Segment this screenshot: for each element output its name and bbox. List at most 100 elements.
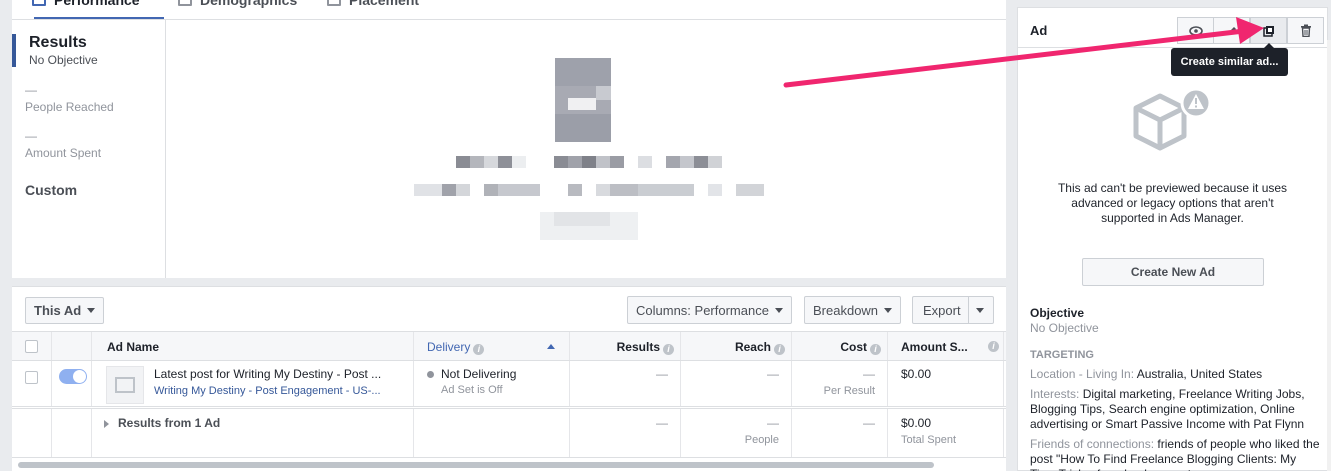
row-amount-cell: $0.00 <box>888 361 1004 406</box>
tab-demographics[interactable]: Demographics <box>178 0 297 8</box>
metric-title: Custom <box>25 182 78 198</box>
summary-reach-cell: — People <box>681 409 792 457</box>
table-row[interactable]: Latest post for Writing My Destiny - Pos… <box>12 361 1006 407</box>
ad-thumbnail <box>106 366 144 404</box>
create-similar-ad-button[interactable] <box>1250 17 1287 44</box>
people-icon <box>178 0 192 6</box>
report-tabs: Performance Demographics Placement <box>12 0 1006 20</box>
metric-label: Amount Spent <box>25 146 102 160</box>
summary-amount-cell: $0.00 Total Spent <box>888 409 1004 457</box>
select-all-checkbox[interactable] <box>25 340 38 353</box>
header-delivery[interactable]: Delivery i <box>414 332 570 360</box>
export-label[interactable]: Export <box>913 297 969 323</box>
chevron-down-icon <box>884 307 893 313</box>
create-new-ad-button[interactable]: Create New Ad <box>1082 258 1264 286</box>
amount-value: $0.00 <box>901 367 932 381</box>
metric-value: — <box>25 83 37 97</box>
header-cost[interactable]: Cost i <box>792 332 888 360</box>
row-delivery-cell: Not Delivering Ad Set is Off <box>414 361 570 406</box>
row-ad-name-cell: Latest post for Writing My Destiny - Pos… <box>92 361 414 406</box>
metric-amount-spent[interactable]: — Amount Spent <box>25 130 101 160</box>
box-warning-icon <box>1133 88 1212 151</box>
cost-value: — <box>863 367 875 381</box>
sort-ascending-icon <box>547 344 555 349</box>
targeting-heading: TARGETING <box>1030 349 1094 361</box>
header-amount-spent[interactable]: Amount S... i <box>888 332 1004 360</box>
summary-label: Results from 1 Ad <box>118 416 221 430</box>
metric-custom[interactable]: Custom <box>25 182 77 198</box>
info-icon[interactable]: i <box>473 344 485 355</box>
panel-title: Ad <box>1030 23 1048 38</box>
row-cost-cell: — Per Result <box>792 361 888 406</box>
breakdown-dropdown[interactable]: Breakdown <box>804 296 902 324</box>
info-icon[interactable]: i <box>663 344 674 355</box>
chevron-down-icon <box>774 307 783 313</box>
amount-value: $0.00 <box>901 416 932 430</box>
metric-nav: Results No Objective — People Reached — … <box>12 20 166 278</box>
tab-placement[interactable]: Placement <box>327 0 419 8</box>
objective-value: No Objective <box>1030 321 1099 335</box>
ad-name-link[interactable]: Latest post for Writing My Destiny - Pos… <box>154 367 381 381</box>
tab-label: Performance <box>54 0 140 8</box>
ad-panel-header: Ad <box>1018 8 1327 48</box>
tab-label: Placement <box>349 0 420 8</box>
chevron-down-icon[interactable] <box>976 307 984 313</box>
location-label: Location - Living In: <box>1030 367 1135 381</box>
row-toggle-cell <box>52 361 92 406</box>
row-reach-cell: — <box>681 361 792 406</box>
create-similar-tooltip: Create similar ad... <box>1171 43 1288 76</box>
row-results-cell: — <box>570 361 681 406</box>
preview-button[interactable] <box>1177 17 1214 44</box>
ads-table-panel: This Ad Columns: Performance Breakdown E… <box>12 286 1006 471</box>
delivery-substatus: Ad Set is Off <box>441 384 503 396</box>
column-label: Amount S... <box>901 340 968 354</box>
eye-icon <box>1188 25 1203 36</box>
info-icon[interactable]: i <box>870 344 881 355</box>
breakdown-label: Breakdown <box>813 302 879 318</box>
column-label: Results i <box>617 340 674 355</box>
header-select-cell <box>12 332 52 360</box>
edit-button[interactable] <box>1213 17 1250 44</box>
interests-label: Interests: <box>1030 387 1080 401</box>
row-select-cell <box>12 361 52 406</box>
location-value: Australia, United States <box>1136 367 1263 381</box>
tab-label: Demographics <box>200 0 298 8</box>
summary-toggle-cell <box>52 409 92 457</box>
metric-results[interactable]: Results No Objective <box>12 34 98 67</box>
chevron-down-icon <box>87 308 96 313</box>
summary-delivery-cell <box>414 409 570 457</box>
summary-label-cell: Results from 1 Ad <box>92 409 414 457</box>
reach-sublabel: People <box>744 434 779 446</box>
trash-icon <box>1300 24 1311 37</box>
duplicate-icon <box>1262 25 1274 37</box>
reach-value: — <box>767 416 779 430</box>
metric-people-reached[interactable]: — People Reached <box>25 84 114 114</box>
info-icon[interactable]: i <box>774 344 785 355</box>
header-toggle-cell <box>52 332 92 360</box>
header-reach[interactable]: Reach i <box>681 332 792 360</box>
scope-dropdown[interactable]: This Ad <box>25 297 105 324</box>
friends-label: Friends of connections: <box>1030 437 1155 451</box>
scope-label: This Ad <box>34 303 82 318</box>
column-label: Ad Name <box>107 340 160 354</box>
delete-button[interactable] <box>1287 17 1324 44</box>
column-label: Delivery i <box>427 340 485 355</box>
friends-targeting: Friends of connections: friends of peopl… <box>1030 437 1320 471</box>
interests-targeting: Interests: Digital marketing, Freelance … <box>1030 387 1320 432</box>
campaign-link[interactable]: Writing My Destiny - Post Engagement - U… <box>154 385 381 397</box>
metric-value: — <box>25 129 37 143</box>
export-split-button[interactable]: Export <box>912 296 994 324</box>
results-panel: Results No Objective — People Reached — … <box>12 20 1006 278</box>
row-checkbox[interactable] <box>25 371 38 384</box>
bar-chart-icon <box>32 0 46 6</box>
cost-value: — <box>863 416 875 430</box>
tab-performance[interactable]: Performance <box>32 0 140 8</box>
expand-arrow-icon[interactable] <box>104 420 109 428</box>
info-icon[interactable]: i <box>988 341 999 352</box>
header-results[interactable]: Results i <box>570 332 681 360</box>
panel-scrollbar[interactable] <box>1327 40 1331 471</box>
ad-status-toggle[interactable] <box>59 369 87 384</box>
columns-dropdown[interactable]: Columns: Performance <box>627 296 792 324</box>
horizontal-scrollbar[interactable] <box>18 462 934 468</box>
header-ad-name[interactable]: Ad Name <box>92 332 414 360</box>
